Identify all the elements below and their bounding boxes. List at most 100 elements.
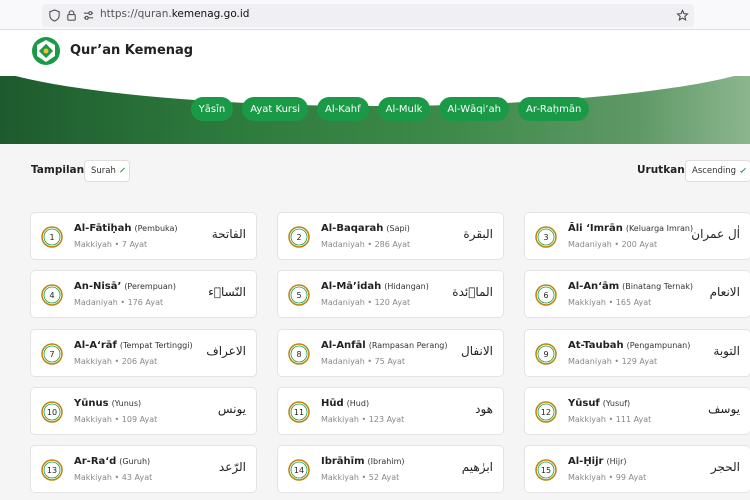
surah-card[interactable]: 3 Āli ‘Imrān (Keluarga Imran) Madaniyah • 2…	[524, 212, 750, 260]
surah-number: 14	[293, 465, 305, 475]
surah-card[interactable]: 12 Yūsuf (Yusuf) Makkiyah • 111 Ayat يوسف	[524, 387, 750, 435]
surah-card[interactable]: 13 Ar-Ra‘d (Guruh) Makkiyah • 43 Ayat الرّعد	[30, 445, 257, 493]
surah-translation: (Rampasan Perang)	[368, 341, 448, 350]
lock-icon[interactable]	[65, 9, 78, 22]
surah-number: 13	[46, 465, 58, 475]
chevron-down-icon	[119, 166, 125, 173]
surah-arabic-name: يوسف	[707, 402, 740, 416]
surah-card[interactable]: 7 Al-A‘rāf (Tempat Tertinggi) Makkiyah • 20…	[30, 329, 257, 377]
surah-number: 3	[543, 232, 549, 242]
surah-card[interactable]: 1 Al-Fātiḥah (Pembuka) Makkiyah • 7 Ayat الف…	[30, 212, 257, 260]
surah-shortcut-chip[interactable]: Ar-Raḥmān	[518, 97, 590, 121]
surah-number: 5	[296, 290, 302, 300]
surah-translation: (Hud)	[346, 399, 370, 408]
tampilan-select[interactable]: Surah	[84, 160, 130, 182]
surah-meta: Madaniyah • 120 Ayat	[321, 298, 411, 307]
surah-latin-name: Al-An‘ām	[568, 281, 620, 292]
surah-translation: (Yunus)	[111, 399, 142, 408]
surah-arabic-name: الانعام	[709, 285, 740, 299]
surah-translation: (Guruh)	[119, 457, 151, 466]
url-domain: kemenag.go.id	[171, 8, 250, 20]
surah-meta: Makkiyah • 165 Ayat	[568, 298, 652, 307]
surah-translation: (Pengampunan)	[626, 341, 691, 350]
surah-arabic-name: النّساۤء	[208, 285, 246, 299]
surah-arabic-name: الرّعد	[218, 460, 246, 474]
surah-number-badge-icon: 6	[535, 284, 557, 306]
surah-number: 6	[543, 290, 549, 300]
surah-shortcut-chip[interactable]: Yāsīn	[190, 97, 234, 121]
surah-shortcut-chip[interactable]: Al-Wāqi‘ah	[439, 97, 510, 121]
surah-latin-name: Yūnus	[74, 398, 109, 409]
surah-translation: (Hidangan)	[384, 282, 429, 291]
surah-number-badge-icon: 14	[288, 459, 310, 481]
surah-translation: (Keluarga Imran)	[625, 224, 694, 233]
surah-number: 9	[543, 349, 549, 359]
surah-number-badge-icon: 8	[288, 343, 310, 365]
surah-translation: (Binatang Ternak)	[622, 282, 694, 291]
surah-shortcut-chip[interactable]: Al-Kahf	[317, 97, 369, 121]
url-text[interactable]: https://quran.kemenag.go.id	[100, 8, 249, 20]
surah-card[interactable]: 8 Al-Anfāl (Rampasan Perang) Madaniyah • 75…	[277, 329, 504, 377]
surah-card[interactable]: 9 At-Taubah (Pengampunan) Madaniyah • 129 A…	[524, 329, 750, 377]
surah-card[interactable]: 15 Al-Ḥijr (Hijr) Makkiyah • 99 Ayat الحجر	[524, 445, 750, 493]
surah-card[interactable]: 11 Hūd (Hud) Makkiyah • 123 Ayat هود	[277, 387, 504, 435]
surah-name: Al-Ḥijr (Hijr)	[568, 456, 626, 467]
surah-meta: Madaniyah • 200 Ayat	[568, 240, 658, 249]
surah-latin-name: Ar-Ra‘d	[74, 456, 117, 467]
surah-name: At-Taubah (Pengampunan)	[568, 340, 690, 351]
surah-translation: (Ibrahim)	[367, 457, 405, 466]
surah-arabic-name: الاعراف	[206, 344, 246, 358]
surah-latin-name: Āli ‘Imrān	[568, 223, 623, 234]
surah-name: Yūnus (Yunus)	[74, 398, 141, 409]
surah-meta: Makkiyah • 206 Ayat	[74, 357, 158, 366]
surah-card[interactable]: 4 An-Nisā’ (Perempuan) Madaniyah • 176 Ayat…	[30, 270, 257, 318]
surah-card[interactable]: 6 Al-An‘ām (Binatang Ternak) Makkiyah • 165…	[524, 270, 750, 318]
surah-number-badge-icon: 11	[288, 401, 310, 423]
surah-number-badge-icon: 15	[535, 459, 557, 481]
surah-meta: Makkiyah • 99 Ayat	[568, 473, 647, 482]
surah-number: 7	[49, 349, 55, 359]
surah-latin-name: Al-A‘rāf	[74, 340, 117, 351]
surah-shortcut-chip[interactable]: Ayat Kursi	[242, 97, 309, 121]
surah-meta: Makkiyah • 7 Ayat	[74, 240, 148, 249]
surah-latin-name: Al-Fātiḥah	[74, 223, 132, 234]
surah-arabic-name: اٰل عمران	[691, 227, 740, 241]
surah-latin-name: Al-Ḥijr	[568, 456, 604, 467]
surah-card[interactable]: 5 Al-Mā’idah (Hidangan) Madaniyah • 120 Aya…	[277, 270, 504, 318]
surah-number-badge-icon: 13	[41, 459, 63, 481]
surah-latin-name: At-Taubah	[568, 340, 624, 351]
surah-latin-name: Yūsuf	[568, 398, 600, 409]
surah-arabic-name: الحجر	[710, 460, 740, 474]
surah-latin-name: Ibrāhīm	[321, 456, 365, 467]
address-bar[interactable]: https://quran.kemenag.go.id	[42, 4, 694, 27]
kemenag-logo-icon[interactable]	[31, 36, 61, 66]
tampilan-label: Tampilan	[31, 164, 85, 176]
site-title[interactable]: Qur’an Kemenag	[70, 43, 193, 58]
surah-meta: Madaniyah • 286 Ayat	[321, 240, 411, 249]
urutkan-select[interactable]: Ascending	[685, 160, 750, 182]
surah-number: 10	[46, 407, 58, 417]
surah-translation: (Perempuan)	[124, 282, 176, 291]
surah-translation: (Tempat Tertinggi)	[119, 341, 193, 350]
bookmark-star-icon[interactable]	[676, 9, 689, 22]
surah-card[interactable]: 2 Al-Baqarah (Sapi) Madaniyah • 286 Ayat الب…	[277, 212, 504, 260]
surah-number: 8	[296, 349, 302, 359]
surah-card[interactable]: 14 Ibrāhīm (Ibrahim) Makkiyah • 52 Ayat ابرٰ…	[277, 445, 504, 493]
surah-translation: (Sapi)	[386, 224, 410, 233]
surah-meta: Makkiyah • 43 Ayat	[74, 473, 153, 482]
shield-icon[interactable]	[48, 9, 61, 22]
surah-name: Al-A‘rāf (Tempat Tertinggi)	[74, 340, 193, 351]
surah-name: An-Nisā’ (Perempuan)	[74, 281, 176, 292]
surah-number: 11	[293, 407, 305, 417]
permissions-icon[interactable]	[82, 9, 95, 22]
surah-arabic-name: البقرة	[463, 227, 493, 241]
surah-latin-name: Al-Mā’idah	[321, 281, 382, 292]
surah-number-badge-icon: 4	[41, 284, 63, 306]
surah-number-badge-icon: 7	[41, 343, 63, 365]
surah-meta: Madaniyah • 129 Ayat	[568, 357, 658, 366]
surah-card[interactable]: 10 Yūnus (Yunus) Makkiyah • 109 Ayat يونس	[30, 387, 257, 435]
surah-shortcut-chip[interactable]: Al-Mulk	[377, 97, 431, 121]
surah-number-badge-icon: 2	[288, 226, 310, 248]
surah-translation: (Pembuka)	[134, 224, 178, 233]
surah-number: 4	[49, 290, 55, 300]
